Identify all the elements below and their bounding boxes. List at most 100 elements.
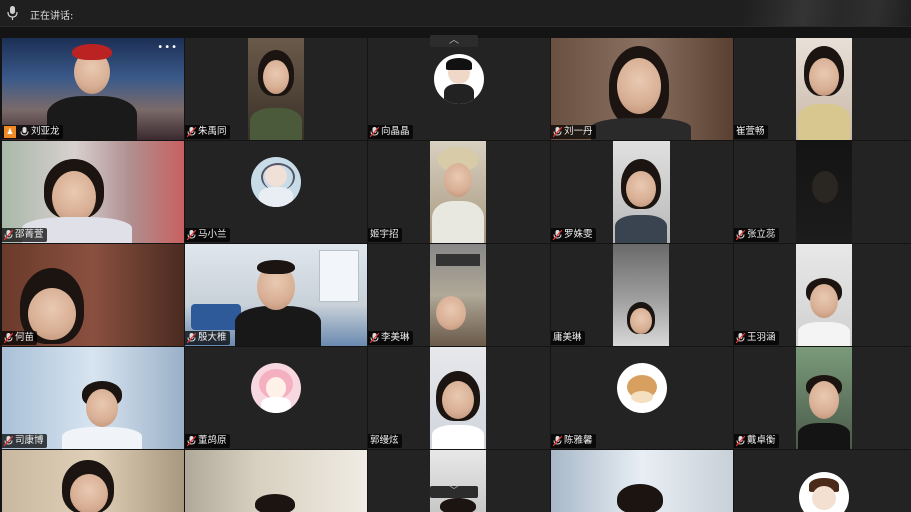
participant-tile[interactable]: 姬宇招 <box>368 141 550 243</box>
participant-label: 王羽涵 <box>734 331 779 345</box>
participant-name: 朱禹同 <box>198 126 227 137</box>
avatar <box>251 362 301 413</box>
participant-name: 陈雅馨 <box>564 435 593 446</box>
microphone-muted-icon <box>4 230 13 240</box>
participant-tile[interactable]: 朱禹同 <box>185 38 367 140</box>
participant-tile[interactable]: 崔萱畅 <box>734 38 911 140</box>
microphone-muted-icon <box>187 230 196 240</box>
participant-video <box>430 141 486 243</box>
participant-video <box>2 450 184 512</box>
participant-tile[interactable]: 庸美琳 <box>551 244 733 346</box>
participant-video <box>613 141 670 243</box>
participant-label: 庸美琳 <box>551 331 585 345</box>
participant-tile[interactable]: 王羽涵 <box>734 244 911 346</box>
participant-name: 马小兰 <box>198 229 227 240</box>
participant-video <box>185 450 367 512</box>
microphone-muted-icon <box>736 436 745 446</box>
participant-tile[interactable] <box>734 450 911 512</box>
participant-name: 王羽涵 <box>747 332 776 343</box>
microphone-icon <box>20 127 29 136</box>
participant-label: ♟ 刘亚龙 <box>2 125 63 139</box>
participant-name: 庸美琳 <box>553 332 582 343</box>
participant-video <box>430 450 486 512</box>
participant-label: 陈雅馨 <box>551 434 596 448</box>
participant-name: 李美琳 <box>381 332 410 343</box>
participant-label: 郭缦炫 <box>368 434 402 448</box>
participant-label: 殷大椎 <box>185 331 230 345</box>
top-bar: 正在讲话: <box>0 0 911 27</box>
participant-label: 崔萱畅 <box>734 125 768 139</box>
participant-video <box>551 450 733 512</box>
participant-name: 姬宇招 <box>370 229 399 240</box>
participant-video <box>796 244 852 346</box>
participant-label: 司康博 <box>2 434 47 448</box>
participant-tile[interactable]: 向晶晶 <box>368 38 550 140</box>
avatar <box>617 362 667 413</box>
microphone-muted-icon <box>370 127 379 137</box>
participant-tile[interactable]: 郭缦炫 <box>368 347 550 449</box>
participant-tile[interactable]: 李美琳 <box>368 244 550 346</box>
participant-video <box>430 244 486 346</box>
participant-name: 崔萱畅 <box>736 126 765 137</box>
avatar <box>251 156 301 207</box>
speaking-label: 正在讲话: <box>30 11 74 22</box>
participant-tile[interactable]: 马小兰 <box>185 141 367 243</box>
participant-name: 张立蕊 <box>747 229 776 240</box>
participant-tile[interactable]: 何苗 <box>2 244 184 346</box>
participant-tile[interactable]: 罗姝雯 <box>551 141 733 243</box>
participant-name: 向晶晶 <box>381 126 410 137</box>
participant-label: 何苗 <box>2 331 38 345</box>
participant-tile[interactable]: 刘一丹 <box>551 38 733 140</box>
participant-name: 何苗 <box>15 332 35 343</box>
participant-name: 刘一丹 <box>564 126 593 137</box>
microphone-muted-icon <box>553 436 562 446</box>
participant-tile[interactable] <box>551 450 733 512</box>
participant-name: 殷大椎 <box>198 332 227 343</box>
participant-tile[interactable]: 邵菁萱 <box>2 141 184 243</box>
participant-tile[interactable]: 殷大椎 <box>185 244 367 346</box>
more-options-icon[interactable]: ••• <box>157 42 178 53</box>
microphone-muted-icon <box>4 333 13 343</box>
microphone-icon <box>7 6 18 20</box>
participant-label: 刘一丹 <box>551 125 596 139</box>
participant-video <box>613 244 669 346</box>
avatar <box>434 53 484 104</box>
scroll-up-button[interactable]: ︿ <box>430 35 478 47</box>
participant-tile[interactable] <box>185 450 367 512</box>
avatar <box>799 472 849 512</box>
microphone-muted-icon <box>187 127 196 137</box>
microphone-muted-icon <box>187 333 196 343</box>
microphone-muted-icon <box>736 333 745 343</box>
participant-label: 张立蕊 <box>734 228 779 242</box>
participant-name: 郭缦炫 <box>370 435 399 446</box>
participant-name: 司康博 <box>15 435 44 446</box>
participant-tile[interactable]: 董鸪原 <box>185 347 367 449</box>
participant-name: 董鸪原 <box>198 435 227 446</box>
participant-label: 董鸪原 <box>185 434 230 448</box>
participant-label: 邵菁萱 <box>2 228 47 242</box>
participant-tile[interactable] <box>368 450 550 512</box>
participant-name: 戴卓衡 <box>747 435 776 446</box>
participant-name: 刘亚龙 <box>31 126 60 137</box>
participant-label: 马小兰 <box>185 228 230 242</box>
participant-label: 戴卓衡 <box>734 434 779 448</box>
participant-tile[interactable]: 司康博 <box>2 347 184 449</box>
microphone-muted-icon <box>4 436 13 446</box>
participant-video <box>796 141 852 243</box>
participant-video <box>796 347 852 449</box>
participant-tile[interactable]: 张立蕊 <box>734 141 911 243</box>
microphone-muted-icon <box>553 127 562 137</box>
participant-video <box>430 347 486 449</box>
microphone-muted-icon <box>736 230 745 240</box>
participant-name: 邵菁萱 <box>15 229 44 240</box>
scroll-down-button[interactable]: ﹀ <box>430 486 478 498</box>
participant-tile[interactable]: ••• ♟ 刘亚龙 <box>2 38 184 140</box>
top-decoration <box>671 0 911 26</box>
participant-tile[interactable] <box>2 450 184 512</box>
host-icon: ♟ <box>4 126 16 138</box>
microphone-muted-icon <box>187 436 196 446</box>
participant-tile[interactable]: 戴卓衡 <box>734 347 911 449</box>
participant-label: 李美琳 <box>368 331 413 345</box>
participant-tile[interactable]: 陈雅馨 <box>551 347 733 449</box>
chevron-down-icon: ﹀ <box>449 486 459 497</box>
